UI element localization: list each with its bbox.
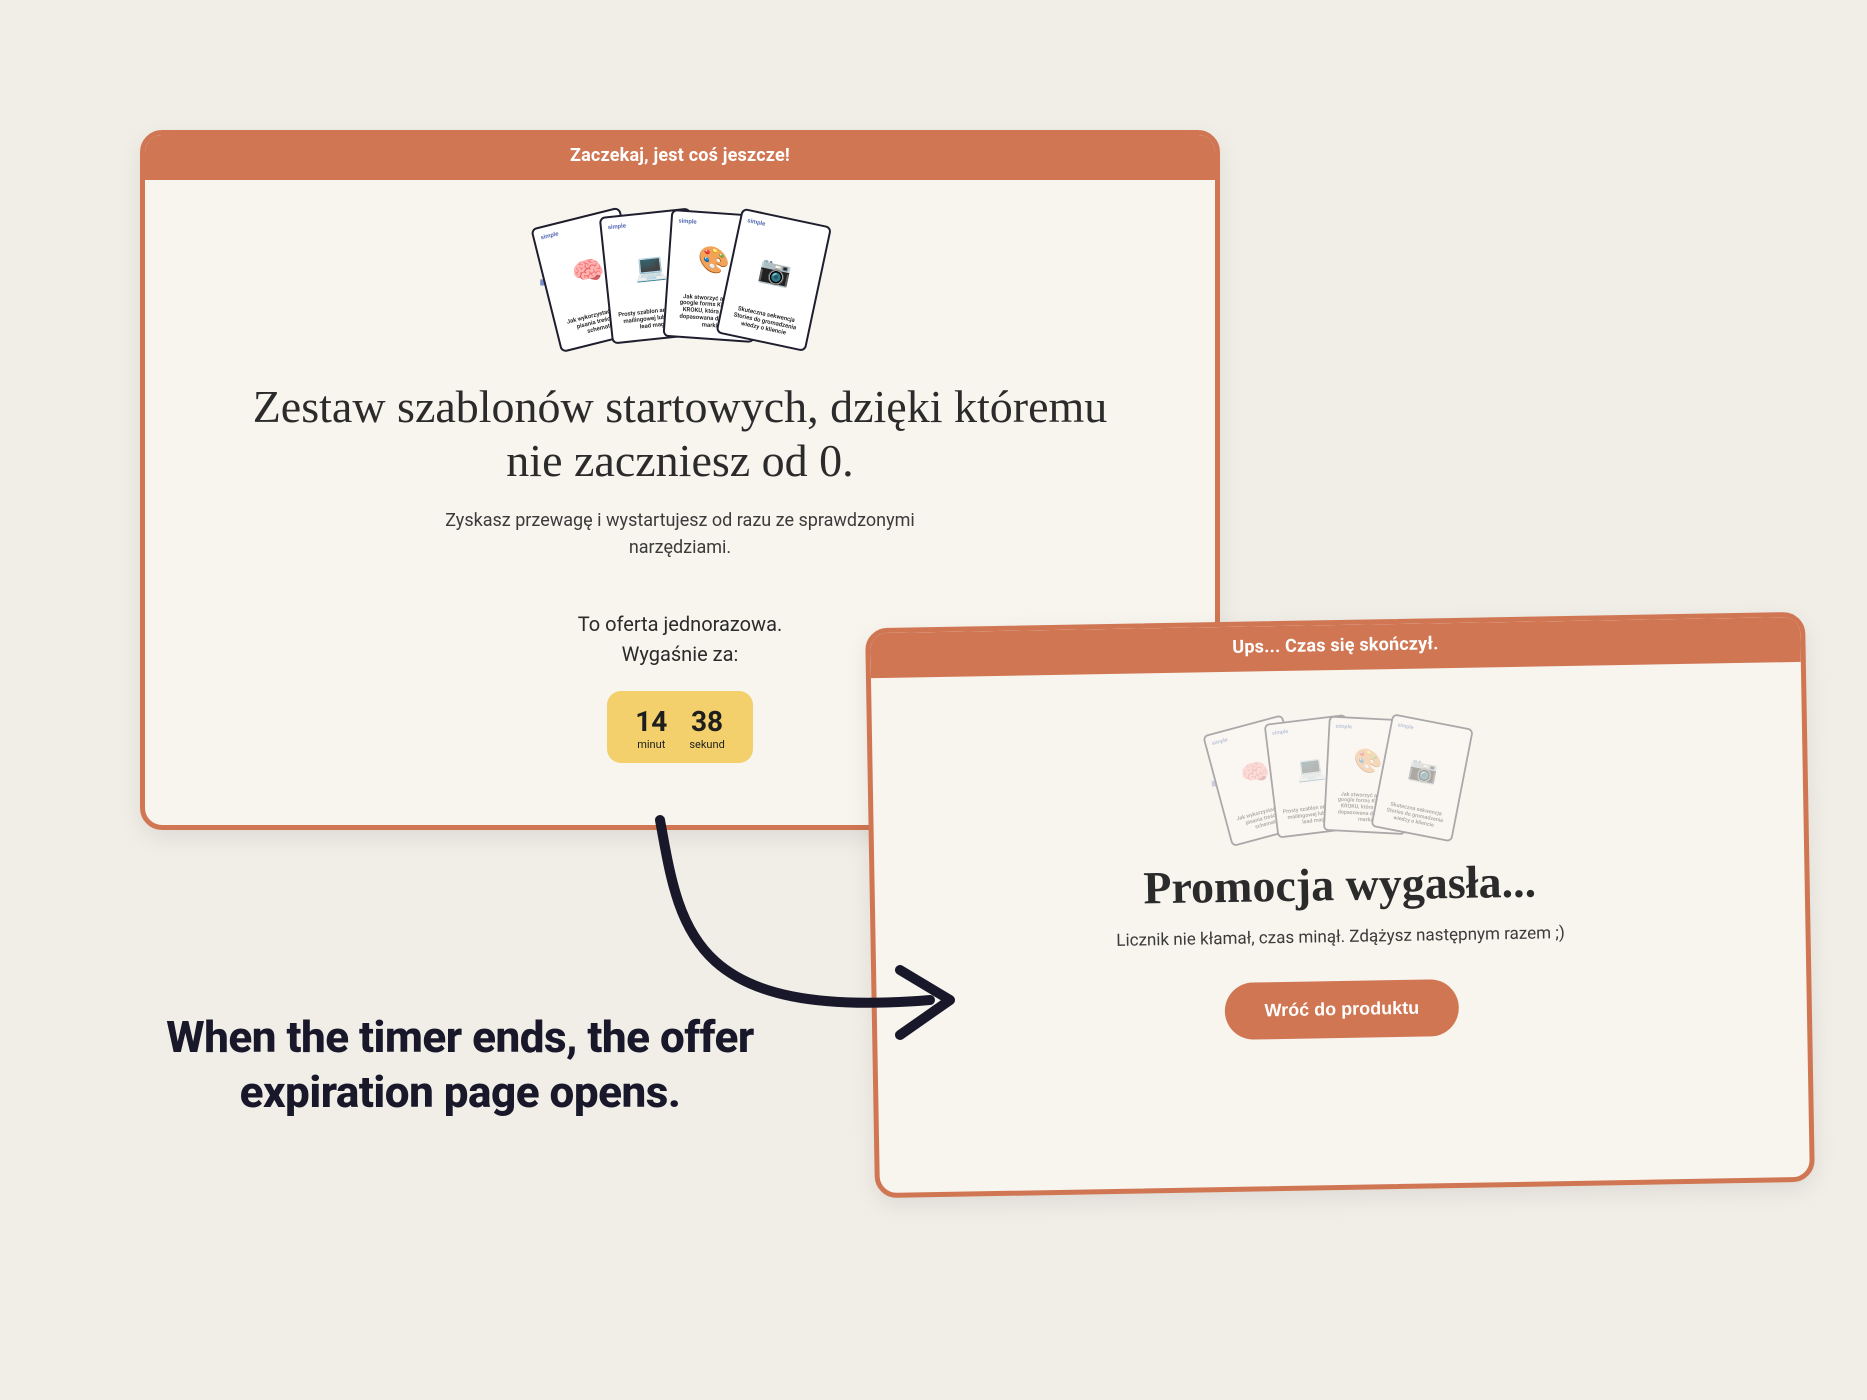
expired-window-content: + simple 🧠 Jak wykorzystać chat do pisan…: [871, 662, 1808, 1086]
offer-subtext: Zyskasz przewagę i wystartujesz od razu …: [420, 507, 940, 561]
laptop-icon: 💻: [1295, 756, 1327, 783]
offer-heading: Zestaw szablonów startowych, dzięki któr…: [240, 380, 1120, 489]
timer-minutes-value: 14: [635, 705, 667, 738]
brain-icon: 🧠: [569, 256, 607, 289]
brain-icon: 🧠: [1238, 759, 1272, 789]
timer-minutes: 14 minut: [635, 705, 667, 751]
card-logo: simple: [747, 217, 823, 240]
laptop-icon: 💻: [633, 254, 668, 283]
annotation-caption: When the timer ends, the offer expiratio…: [140, 1010, 780, 1120]
expired-heading: Promocja wygasła...: [934, 851, 1745, 918]
camera-icon: 📷: [1407, 757, 1440, 786]
template-cards-group-faded: + simple 🧠 Jak wykorzystać chat do pisan…: [1210, 714, 1465, 834]
template-cards-group: + simple 🧠 Jak wykorzystać chat do pisan…: [539, 210, 821, 338]
timer-minutes-label: minut: [635, 738, 667, 751]
expired-window: Ups... Czas się skończył. + simple 🧠 Jak…: [865, 612, 1815, 1198]
card-caption: Skuteczna sekwencja Stories do gromadzen…: [725, 305, 804, 341]
timer-seconds-label: sekund: [689, 738, 724, 751]
palette-icon: 🎨: [1353, 750, 1383, 775]
palette-icon: 🎨: [697, 247, 731, 275]
camera-icon: 📷: [757, 256, 794, 288]
expired-subtext: Licznik nie kłamał, czas minął. Zdążysz …: [935, 920, 1745, 954]
card-logo: simple: [1397, 722, 1465, 741]
offer-window-header: Zaczekaj, jest coś jeszcze!: [145, 135, 1215, 180]
timer-seconds: 38 sekund: [689, 705, 724, 751]
timer-seconds-value: 38: [689, 705, 724, 738]
back-to-product-button[interactable]: Wróć do produktu: [1224, 979, 1460, 1040]
countdown-timer: 14 minut 38 sekund: [607, 691, 753, 763]
card-caption: Skuteczna sekwencja Stories do gromadzen…: [1379, 801, 1450, 832]
